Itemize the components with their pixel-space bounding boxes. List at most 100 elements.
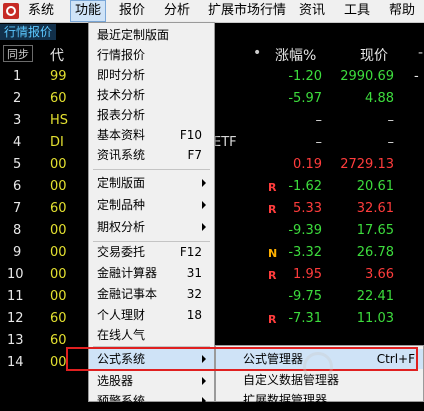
menu-item-label: 定制版面 — [97, 176, 146, 190]
menu-analysis[interactable]: 分析 — [160, 0, 194, 22]
price: 17.65 — [356, 223, 394, 238]
menu-item-financial-calculator[interactable]: 金融计算器 31 — [89, 263, 214, 283]
menu-item-label: 期权分析 — [97, 220, 146, 234]
menu-item-report-analysis[interactable]: 报表分析 — [89, 105, 214, 125]
stock-code: 60 — [50, 201, 67, 216]
menu-item-label: 预警系统 — [97, 394, 146, 408]
menu-item-shortcut: F12 — [179, 245, 202, 259]
menu-item-label: 金融记事本 — [97, 287, 158, 301]
menu-item-label: 即时分析 — [97, 68, 146, 82]
menu-item-custom-symbols[interactable]: 定制品种 — [89, 195, 214, 215]
menu-function[interactable]: 功能 — [70, 0, 107, 22]
change-pct: 1.95 — [293, 267, 322, 282]
menu-quote[interactable]: 报价 — [115, 0, 149, 22]
menu-item-news-system[interactable]: 资讯系统 F7 — [89, 145, 214, 165]
menu-item-shortcut: F7 — [187, 148, 202, 162]
column-header-price[interactable]: 现价 — [360, 45, 388, 65]
submenu-arrow-icon — [202, 201, 206, 209]
margin-flag: R — [268, 203, 277, 216]
menu-item-shortcut: 31 — [186, 266, 202, 280]
row-number: 2 — [13, 91, 22, 106]
row-number: 10 — [7, 267, 24, 282]
menu-item-shortcut: Ctrl+F — [376, 352, 415, 366]
menu-extended-market[interactable]: 扩展市场行情 — [204, 0, 290, 22]
submenu-arrow-icon — [202, 397, 206, 405]
row-number: 14 — [7, 355, 24, 370]
change-pct: -1.20 — [288, 69, 322, 84]
submenu-arrow-icon — [202, 223, 206, 231]
menu-item-basic-info[interactable]: 基本资料 F10 — [89, 125, 214, 145]
column-header-cut: - — [418, 45, 424, 61]
menu-item-realtime-analysis[interactable]: 即时分析 — [89, 65, 214, 85]
change-pct: -1.62 — [288, 179, 322, 194]
menu-item-label: 选股器 — [97, 374, 134, 388]
row-number: 6 — [13, 179, 22, 194]
submenu-arrow-icon — [202, 377, 206, 385]
menu-item-financial-notes[interactable]: 金融记事本 32 — [89, 284, 214, 304]
submenu-arrow-icon — [202, 355, 206, 363]
price: – — [387, 113, 395, 128]
margin-flag: R — [268, 181, 277, 194]
menu-item-label: 公式系统 — [97, 352, 146, 366]
stock-code: 00 — [50, 355, 67, 370]
change-pct: -9.39 — [288, 223, 322, 238]
stock-code: 00 — [50, 267, 67, 282]
menu-item-quote[interactable]: 行情报价 — [89, 45, 214, 65]
menu-item-formula-system[interactable]: 公式系统 — [89, 349, 214, 369]
menu-item-trade-order[interactable]: 交易委托 F12 — [89, 242, 214, 262]
menu-item-shortcut: 18 — [186, 308, 202, 322]
stock-code: DI — [50, 135, 64, 150]
menu-item-label: 最近定制版面 — [97, 28, 170, 42]
stock-code: 00 — [50, 289, 67, 304]
column-header-change-pct[interactable]: 涨幅% — [275, 45, 316, 65]
app-logo-icon[interactable] — [3, 3, 19, 19]
price: – — [387, 135, 395, 150]
menu-item-personal-finance[interactable]: 个人理财 18 — [89, 305, 214, 325]
margin-flag: R — [268, 313, 277, 326]
stock-code: 60 — [50, 311, 67, 326]
menu-item-alert-system[interactable]: 预警系统 — [89, 391, 214, 411]
change-pct: 0.19 — [293, 157, 322, 172]
menubar: 系统 功能 报价 分析 扩展市场行情 资讯 工具 帮助 — [0, 0, 424, 23]
menu-item-label: 定制品种 — [97, 198, 146, 212]
menu-item-online-popularity[interactable]: 在线人气 — [89, 325, 214, 345]
margin-flag: R — [268, 269, 277, 282]
menu-item-label: 自定义数据管理器 — [243, 373, 340, 387]
stock-code: HS — [50, 113, 69, 128]
menu-tools[interactable]: 工具 — [340, 0, 374, 22]
menu-item-technical-analysis[interactable]: 技术分析 — [89, 85, 214, 105]
menu-item-options-analysis[interactable]: 期权分析 — [89, 217, 214, 237]
menu-help[interactable]: 帮助 — [385, 0, 419, 22]
stock-code: 99 — [50, 69, 67, 84]
menu-news[interactable]: 资讯 — [295, 0, 329, 22]
menu-item-label: 基本资料 — [97, 128, 146, 142]
menu-item-label: 公式管理器 — [243, 352, 304, 366]
menu-item-recent-layout[interactable]: 最近定制版面 — [89, 25, 214, 45]
column-header-code[interactable]: 代 — [50, 45, 64, 65]
row-number: 11 — [7, 289, 24, 304]
menu-item-custom-layout[interactable]: 定制版面 — [89, 173, 214, 193]
menu-system[interactable]: 系统 — [24, 0, 58, 22]
function-dropdown-menu: 最近定制版面 行情报价 即时分析 技术分析 报表分析 基本资料 F10 资讯系统… — [88, 22, 215, 408]
row-number: 9 — [13, 245, 22, 260]
row-number: 7 — [13, 201, 22, 216]
price: 4.88 — [365, 91, 394, 106]
change-pct: -5.97 — [288, 91, 322, 106]
menu-item-stock-screener[interactable]: 选股器 — [89, 371, 214, 391]
menu-item-label: 在线人气 — [97, 328, 146, 342]
tab-quote-list[interactable]: 行情报价 — [0, 24, 57, 40]
change-pct: -9.75 — [288, 289, 322, 304]
menu-item-label: 行情报价 — [97, 48, 146, 62]
row-number: 5 — [13, 157, 22, 172]
row-number: 4 — [13, 135, 22, 150]
formula-submenu: 公式管理器 Ctrl+F 自定义数据管理器 扩展数据管理器 — [215, 345, 424, 407]
submenu-arrow-icon — [202, 179, 206, 187]
sync-button[interactable]: 同步 — [3, 45, 33, 62]
submenu-item-formula-manager[interactable]: 公式管理器 Ctrl+F — [216, 349, 423, 369]
price: 2990.69 — [340, 69, 394, 84]
submenu-item-custom-data-manager[interactable]: 自定义数据管理器 — [216, 370, 423, 390]
stock-code: 00 — [50, 157, 67, 172]
price: 3.66 — [365, 267, 394, 282]
submenu-item-extended-data-manager[interactable]: 扩展数据管理器 — [216, 390, 423, 410]
price: 26.78 — [356, 245, 394, 260]
